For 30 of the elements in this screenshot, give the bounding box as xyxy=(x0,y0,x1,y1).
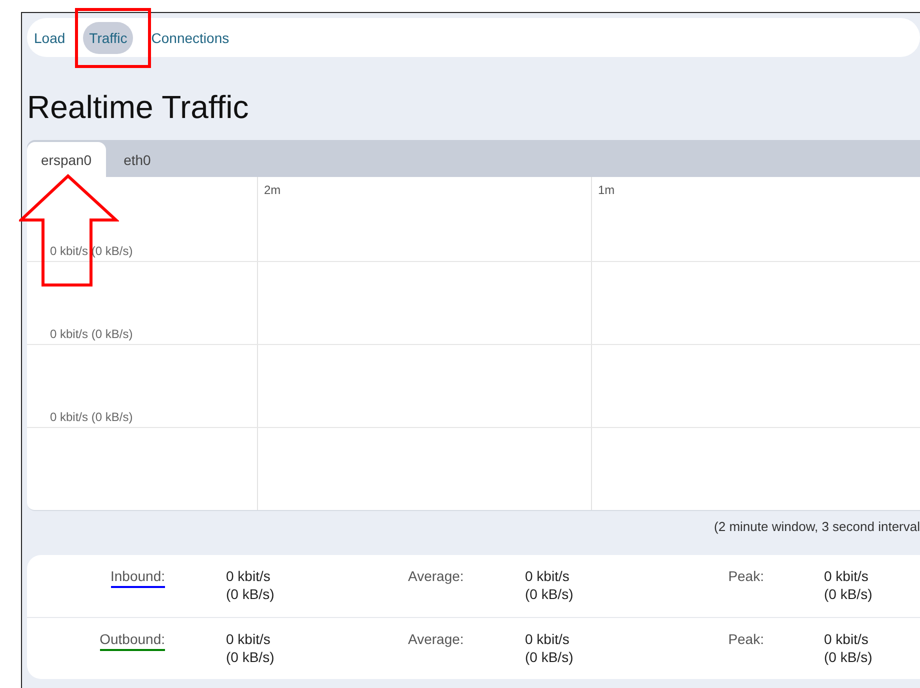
scale-label: 0 kbit/s (0 kB/s) xyxy=(50,410,133,424)
stat-label: Average: xyxy=(408,631,464,647)
nav-tab[interactable]: Load xyxy=(28,22,72,54)
interface-tab[interactable]: eth0 xyxy=(110,142,165,177)
stat-value: 0 kbit/s xyxy=(525,568,570,584)
page-title: Realtime Traffic xyxy=(27,89,250,126)
stat-value: (0 kB/s) xyxy=(525,649,574,665)
legend-label: Outbound: xyxy=(100,631,165,651)
time-label: 1m xyxy=(598,183,615,197)
stat-value: 0 kbit/s xyxy=(824,568,870,584)
stat-label: Average: xyxy=(408,568,464,584)
graph-caption: (2 minute window, 3 second interval xyxy=(714,519,920,536)
stat-value: (0 kB/s) xyxy=(824,586,874,602)
stat-value: (0 kB/s) xyxy=(226,586,276,602)
stat-value: (0 kB/s) xyxy=(525,586,574,602)
stat-value: (0 kB/s) xyxy=(226,649,276,665)
nav-tab[interactable]: Traffic xyxy=(83,22,134,54)
stat-value: 0 kbit/s xyxy=(226,631,272,647)
stat-value: (0 kB/s) xyxy=(824,649,874,665)
nav-tab[interactable]: Connections xyxy=(145,22,236,54)
scale-label: 0 kbit/s (0 kB/s) xyxy=(50,327,133,341)
stat-value: 0 kbit/s xyxy=(525,631,570,647)
stat-value: 0 kbit/s xyxy=(226,568,272,584)
scale-label: 0 kbit/s (0 kB/s) xyxy=(50,244,133,258)
stat-value: 0 kbit/s xyxy=(824,631,870,647)
interface-tab[interactable]: erspan0 xyxy=(27,142,106,177)
time-label: 2m xyxy=(264,183,281,197)
stat-label: Peak: xyxy=(728,631,764,647)
legend-label: Inbound: xyxy=(110,568,165,588)
stat-label: Peak: xyxy=(728,568,764,584)
